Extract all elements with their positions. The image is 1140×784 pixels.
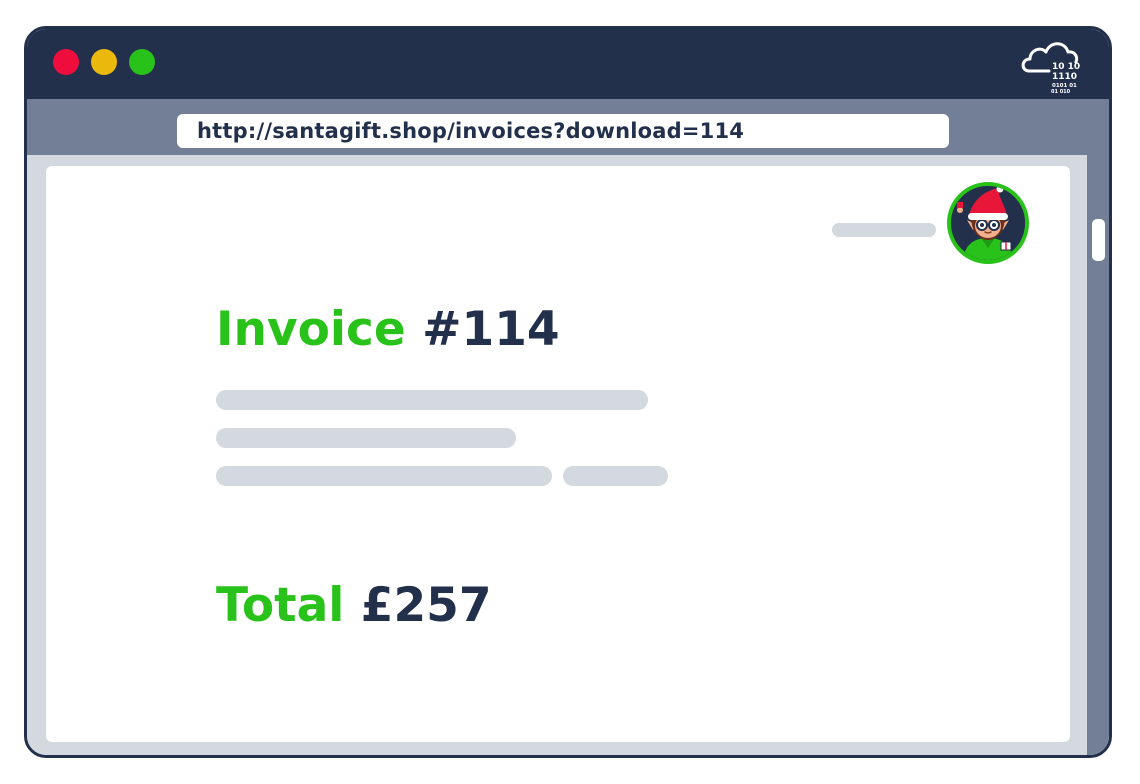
cloud-binary-icon: 10 10 1110 0101 01 01 010 <box>1021 42 1080 95</box>
invoice-number: #114 <box>422 302 560 357</box>
logo-digits-line-1: 10 10 <box>1052 62 1080 72</box>
elf-avatar-image <box>951 186 1025 260</box>
invoice-page: Invoice #114 Total £257 <box>46 166 1070 742</box>
total-label: Total <box>216 578 345 633</box>
logo-digits-line-2: 1110 <box>1052 72 1077 82</box>
username-placeholder <box>832 223 936 237</box>
scrollbar-track[interactable] <box>1087 155 1109 755</box>
close-window-button[interactable] <box>53 49 79 75</box>
logo-digits-line-4: 01 010 <box>1051 89 1071 95</box>
invoice-total: Total £257 <box>216 582 492 629</box>
text-placeholder-line <box>216 428 516 448</box>
maximize-window-button[interactable] <box>129 49 155 75</box>
invoice-title: Invoice #114 <box>216 306 560 353</box>
text-placeholder-line <box>563 466 668 486</box>
invoice-title-label: Invoice <box>216 302 406 357</box>
text-placeholder-line <box>216 390 648 410</box>
url-text: http://santagift.shop/invoices?download=… <box>197 119 745 143</box>
address-bar: http://santagift.shop/invoices?download=… <box>27 99 1109 155</box>
elf-avatar-icon[interactable] <box>947 182 1029 264</box>
url-input[interactable]: http://santagift.shop/invoices?download=… <box>177 114 949 148</box>
title-bar: 10 10 1110 0101 01 01 010 <box>27 29 1109 99</box>
browser-window: 10 10 1110 0101 01 01 010 http://santagi… <box>24 26 1112 758</box>
scrollbar-thumb[interactable] <box>1092 219 1105 261</box>
text-placeholder-line <box>216 466 552 486</box>
total-value: £257 <box>360 578 492 633</box>
minimize-window-button[interactable] <box>91 49 117 75</box>
browser-viewport: Invoice #114 Total £257 <box>27 155 1109 755</box>
